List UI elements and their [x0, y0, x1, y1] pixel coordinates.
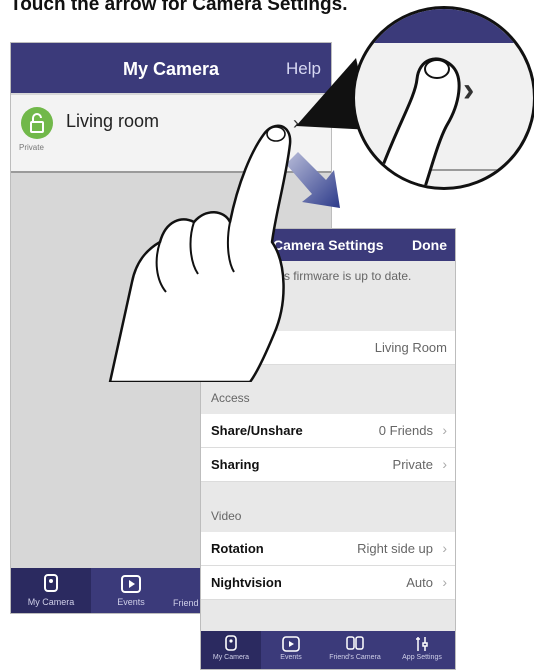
tab-bar: My Camera Events Friend's Camera App Set…	[201, 631, 455, 669]
tools-icon	[416, 637, 428, 651]
fingertip-icon	[373, 57, 461, 187]
pointing-hand-icon	[108, 124, 292, 382]
section-video: Video	[211, 509, 242, 523]
chevron-right-icon: ›	[442, 422, 447, 438]
chevron-right-icon: ›	[442, 574, 447, 590]
magnifier-circle: ›	[352, 6, 534, 190]
sharing-row[interactable]: Sharing Private ›	[201, 448, 455, 482]
camera-name-value: Living Room	[374, 340, 447, 355]
chevron-right-icon: ›	[442, 456, 447, 472]
play-icon	[282, 636, 300, 652]
done-button[interactable]: Done	[412, 237, 447, 253]
section-access: Access	[211, 391, 250, 405]
chevron-right-icon: ›	[442, 540, 447, 556]
share-unshare-row[interactable]: Share/Unshare 0 Friends ›	[201, 414, 455, 448]
tab-friends-camera[interactable]: Friend's Camera	[321, 631, 389, 669]
camera-icon	[225, 635, 237, 651]
tab-my-camera[interactable]: My Camera	[201, 631, 261, 669]
rotation-row[interactable]: Rotation Right side up ›	[201, 532, 455, 566]
friends-camera-icon	[346, 636, 364, 650]
tab-events[interactable]: Events	[261, 631, 321, 669]
nightvision-row[interactable]: Nightvision Auto ›	[201, 566, 455, 600]
tab-app-settings[interactable]: App Settings	[389, 631, 455, 669]
